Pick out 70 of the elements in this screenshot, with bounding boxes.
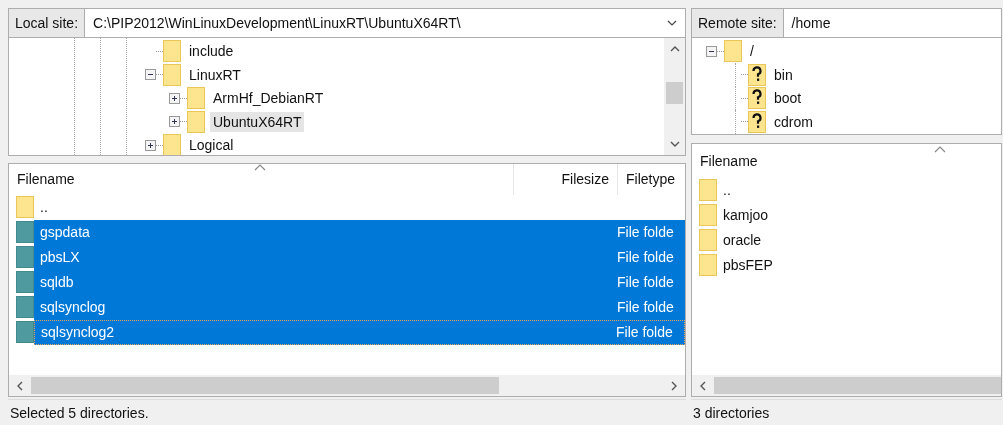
file-row[interactable]: ..	[717, 177, 1001, 203]
site-label: Remote site:	[691, 8, 784, 38]
file-row[interactable]: sqldb File folde	[34, 269, 685, 295]
column-header[interactable]: Filename	[692, 143, 766, 178]
file-type: File folde	[617, 224, 675, 241]
tree-item[interactable]: ArmHf_DebianRT	[210, 88, 327, 109]
expand-icon[interactable]	[169, 92, 180, 104]
file-type: File folde	[617, 299, 675, 316]
file-name: sqldb	[40, 274, 75, 291]
file-name: ..	[40, 199, 49, 216]
tree-item[interactable]: UbuntuX64RT	[210, 111, 305, 132]
file-name: sqlsynclog2	[41, 324, 116, 341]
sort-icon	[934, 145, 946, 153]
path-combo-field[interactable]: C:\PIP2012\WinLinuxDevelopment\LinuxRT\UbuntuX64RT\	[85, 8, 686, 38]
file-row[interactable]: kamjoo	[717, 202, 1001, 228]
tree-item[interactable]: include	[186, 41, 237, 62]
scroll-left-icon[interactable]	[700, 380, 706, 391]
file-row[interactable]: sqlsynclog2 File folde	[34, 319, 685, 345]
folder-icon	[699, 254, 717, 277]
site-label: Local site:	[8, 8, 86, 38]
folder-icon	[16, 296, 34, 319]
scroll-up-icon[interactable]	[669, 45, 680, 52]
tree-item[interactable]: boot	[771, 88, 805, 109]
file-row[interactable]: oracle	[717, 227, 1001, 253]
path-field[interactable]: /home	[783, 8, 1002, 38]
tree-item[interactable]: Logical	[186, 135, 237, 155]
tree-item[interactable]: cdrom	[771, 111, 816, 132]
folder-icon	[699, 204, 717, 227]
dropdown-icon[interactable]	[667, 19, 677, 26]
folder-icon	[699, 229, 717, 252]
file-name: gspdata	[40, 224, 91, 241]
file-type: File folde	[616, 324, 674, 341]
scrollbar-thumb[interactable]	[31, 377, 499, 395]
scrollbar-thumb[interactable]	[666, 81, 683, 104]
expand-icon[interactable]	[145, 139, 156, 151]
tree-item[interactable]: /	[747, 41, 757, 62]
folder-icon	[16, 196, 34, 219]
file-name: ..	[723, 182, 732, 199]
file-name: sqlsynclog	[40, 299, 107, 316]
file-type: File folde	[617, 274, 675, 291]
file-name: pbsFEP	[723, 257, 774, 274]
status-text: Selected 5 directories.	[8, 399, 686, 425]
column-header[interactable]: Filetype	[618, 163, 685, 195]
file-row[interactable]: pbsFEP	[717, 252, 1001, 278]
collapse-icon[interactable]	[706, 45, 717, 57]
column-header[interactable]: Filesize	[514, 163, 618, 195]
file-row[interactable]: pbsLX File folde	[34, 244, 685, 270]
file-row[interactable]: sqlsynclog File folde	[34, 294, 685, 320]
tree-item[interactable]: LinuxRT	[186, 64, 244, 85]
scroll-right-icon[interactable]	[671, 380, 677, 391]
status-text: 3 directories	[691, 399, 1002, 425]
folder-icon	[16, 246, 34, 269]
scrollbar-thumb[interactable]	[714, 377, 1001, 395]
scroll-down-icon[interactable]	[669, 140, 680, 147]
column-header[interactable]: Filename	[9, 163, 514, 195]
file-row[interactable]: gspdata File folde	[34, 219, 685, 245]
folder-icon	[16, 221, 34, 244]
file-type: File folde	[617, 249, 675, 266]
tree-item[interactable]: bin	[771, 64, 796, 85]
file-name: kamjoo	[723, 207, 770, 224]
sort-icon	[254, 163, 266, 171]
collapse-icon[interactable]	[145, 69, 156, 81]
file-name: oracle	[723, 232, 763, 249]
folder-icon	[699, 179, 717, 202]
folder-icon	[16, 271, 34, 294]
folder-icon	[16, 321, 34, 344]
file-name: pbsLX	[40, 249, 81, 266]
expand-icon[interactable]	[169, 116, 180, 128]
scroll-left-icon[interactable]	[17, 380, 23, 391]
file-row[interactable]: ..	[34, 194, 685, 220]
